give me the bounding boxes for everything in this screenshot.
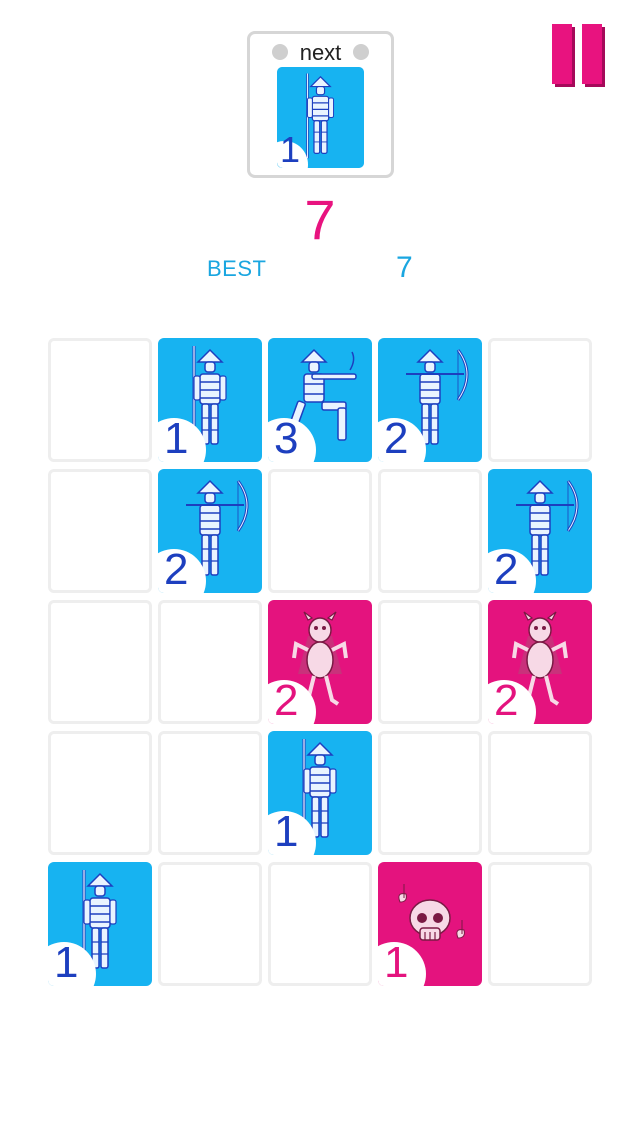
tile-number: 2 (494, 545, 519, 593)
board-cell[interactable] (488, 338, 592, 462)
tile-number: 1 (164, 414, 189, 462)
best-score: 7 (396, 251, 413, 284)
board-cell[interactable] (488, 862, 592, 986)
tile-number: 1 (54, 938, 79, 986)
board-cell[interactable] (378, 469, 482, 593)
tile-demon[interactable]: 2 (268, 600, 372, 724)
tile-demon[interactable]: 2 (488, 600, 592, 724)
pause-icon (552, 24, 572, 84)
board-cell[interactable] (378, 731, 482, 855)
board-cell[interactable] (488, 731, 592, 855)
tile-number: 3 (274, 414, 299, 462)
tile-archer[interactable]: 2 (488, 469, 592, 593)
game-board: 1 3 2 2 2 2 2 1 1 1 (48, 338, 596, 988)
board-cell[interactable] (268, 469, 372, 593)
board-cell[interactable] (158, 731, 262, 855)
tile-spearman[interactable]: 1 (158, 338, 262, 462)
board-cell[interactable] (158, 862, 262, 986)
tile-spearman[interactable]: 1 (268, 731, 372, 855)
pause-button[interactable] (552, 24, 604, 84)
board-cell[interactable] (158, 600, 262, 724)
tile-archer[interactable]: 2 (158, 469, 262, 593)
tile-number: 1 (280, 129, 301, 169)
tile-number: 1 (384, 938, 409, 986)
tile-archer[interactable]: 2 (378, 338, 482, 462)
board-cell[interactable] (48, 731, 152, 855)
tile-number: 2 (494, 676, 519, 724)
current-score: 7 (304, 188, 336, 251)
tile-number: 2 (274, 676, 299, 724)
next-piece-tile: 1 (277, 67, 364, 168)
tile-gunner[interactable]: 3 (268, 338, 372, 462)
board-cell[interactable] (268, 862, 372, 986)
tile-skull[interactable]: 1 (378, 862, 482, 986)
tile-number: 1 (274, 807, 299, 855)
board-cell[interactable] (48, 600, 152, 724)
board-cell[interactable] (48, 469, 152, 593)
pause-icon-bar (582, 24, 602, 84)
next-label: next (299, 40, 342, 65)
tile-number: 2 (164, 545, 189, 593)
tile-number: 2 (384, 414, 409, 462)
best-label: BEST (207, 256, 267, 281)
tile-spearman: 1 (277, 67, 364, 168)
tile-spearman[interactable]: 1 (48, 862, 152, 986)
next-piece-card: next 1 (247, 31, 394, 178)
board-cell[interactable] (378, 600, 482, 724)
board-cell[interactable] (48, 338, 152, 462)
